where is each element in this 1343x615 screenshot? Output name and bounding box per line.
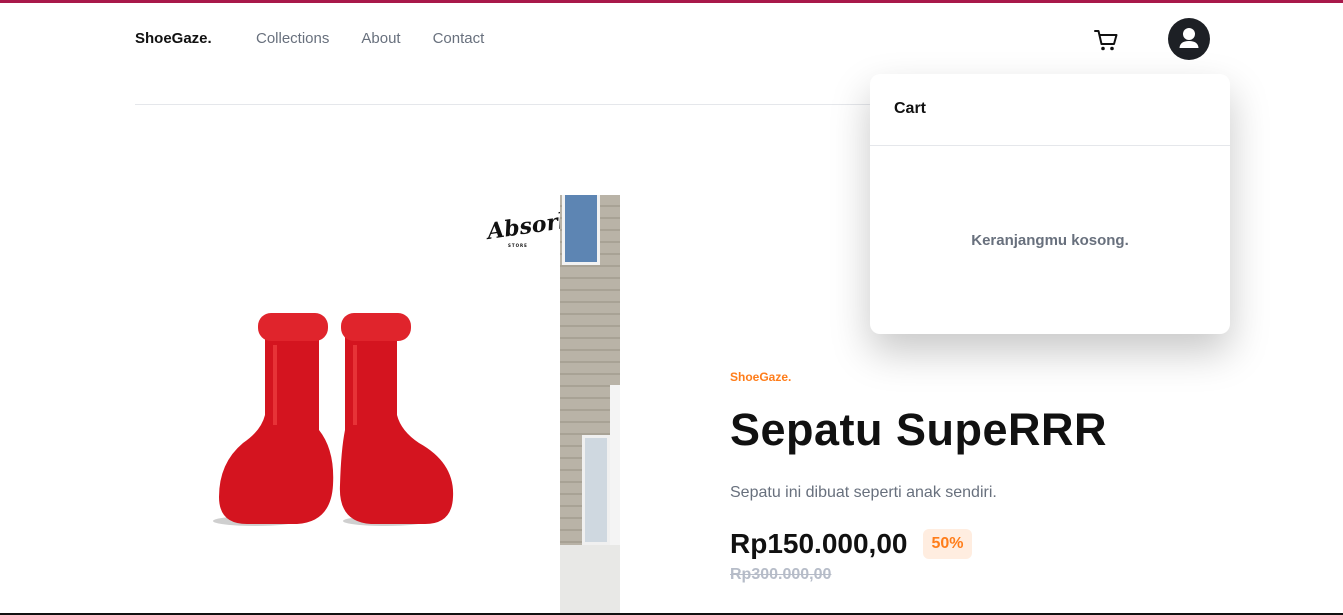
- top-accent-bar: [0, 0, 1343, 3]
- price-row: Rp150.000,00 50%: [730, 528, 1210, 560]
- window-top: [562, 195, 600, 265]
- user-icon: [1179, 28, 1199, 48]
- nav-link-contact[interactable]: Contact: [433, 30, 485, 47]
- house-background-image: [560, 195, 620, 615]
- original-price: Rp300.000,00: [730, 566, 832, 583]
- cart-popup-divider: [870, 145, 1230, 146]
- current-price: Rp150.000,00: [730, 528, 908, 559]
- cart-icon: [1094, 30, 1118, 51]
- site-logo[interactable]: ShoeGaze.: [135, 30, 212, 47]
- main-nav: Collections About Contact: [256, 30, 516, 47]
- cart-button[interactable]: [1093, 27, 1119, 53]
- window-bottom: [582, 435, 610, 545]
- product-description: Sepatu ini dibuat seperti anak sendiri.: [730, 484, 997, 501]
- company-name: ShoeGaze.: [730, 370, 792, 384]
- site-header: ShoeGaze. Collections About Contact: [135, 18, 1210, 62]
- user-avatar[interactable]: [1168, 18, 1210, 60]
- product-info: ShoeGaze. Sepatu SupeRRR Sepatu ini dibu…: [730, 370, 1210, 584]
- cart-popup-title: Cart: [894, 100, 927, 117]
- nav-link-about[interactable]: About: [361, 30, 400, 47]
- nav-link-collections[interactable]: Collections: [256, 30, 329, 47]
- product-image[interactable]: Absorb STORE: [135, 195, 620, 615]
- discount-badge: 50%: [923, 529, 972, 559]
- cart-empty-message: Keranjangmu kosong.: [971, 232, 1129, 249]
- house-foundation: [560, 545, 620, 615]
- brand-logo-subtitle: STORE: [508, 243, 528, 248]
- product-title: Sepatu SupeRRR: [730, 404, 1108, 455]
- cart-popup: Cart Keranjangmu kosong.: [870, 74, 1230, 334]
- red-boots-image: [213, 313, 454, 526]
